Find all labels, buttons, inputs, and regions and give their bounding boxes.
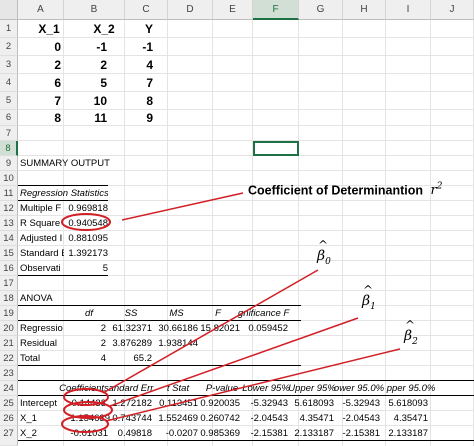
r-square-pointer (121, 192, 244, 221)
r-exponent: 2 (436, 182, 443, 192)
annotation-overlay (61, 192, 401, 433)
beta2-hat: ^ (405, 318, 416, 332)
beta0-hat: ^ (318, 238, 329, 252)
coefficient-of-determination-label: Coefficient of Determinantion r2 (248, 182, 442, 198)
beta1-hat: ^ (363, 283, 374, 297)
beta1-label: ^ β1 (362, 283, 376, 312)
beta2-pointer (105, 348, 401, 422)
beta0-pointer (102, 269, 319, 394)
beta0-label: ^ β0 (317, 238, 331, 267)
beta0-subscript: 0 (325, 256, 331, 267)
r-square-circle (61, 213, 111, 231)
beta1-pointer (109, 317, 359, 407)
r2-label-text: Coefficient of Determinantion (248, 183, 424, 198)
beta2-label: ^ β2 (404, 318, 418, 347)
beta1-subscript: 1 (370, 301, 376, 312)
beta2-subscript: 2 (412, 336, 418, 347)
r2-symbol: r2 (431, 182, 443, 198)
